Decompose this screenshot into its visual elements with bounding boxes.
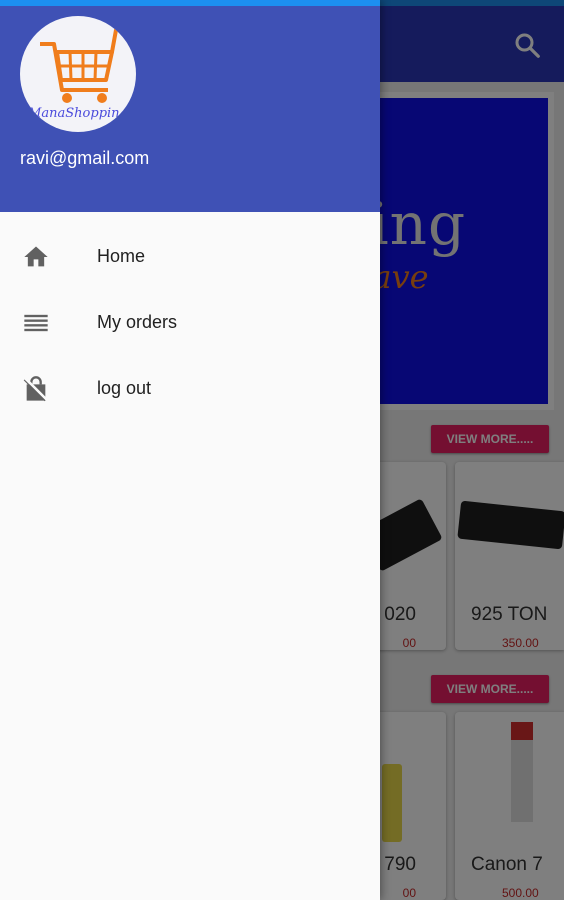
drawer-item-label: Home [97,246,146,266]
home-icon [24,246,48,267]
drawer-header: ManaShopping ravi@gmail.com [0,0,380,212]
drawer-item-label: My orders [97,312,178,332]
drawer-item-my-orders[interactable]: My orders [0,290,380,356]
user-email: ravi@gmail.com [20,148,150,168]
drawer-menu: Home My orders log out [0,224,380,422]
drawer-item-label: log out [97,378,152,398]
drawer-item-log-out[interactable]: log out [0,356,380,422]
avatar[interactable]: ManaShopping [20,16,136,132]
list-icon [24,314,48,332]
drawer-item-home[interactable]: Home [0,224,380,290]
status-bar [0,0,380,6]
lock-bag-icon [23,376,48,402]
navigation-drawer: ManaShopping ravi@gmail.com Home My orde… [0,0,380,900]
logo-text: ManaShopping [28,106,128,121]
